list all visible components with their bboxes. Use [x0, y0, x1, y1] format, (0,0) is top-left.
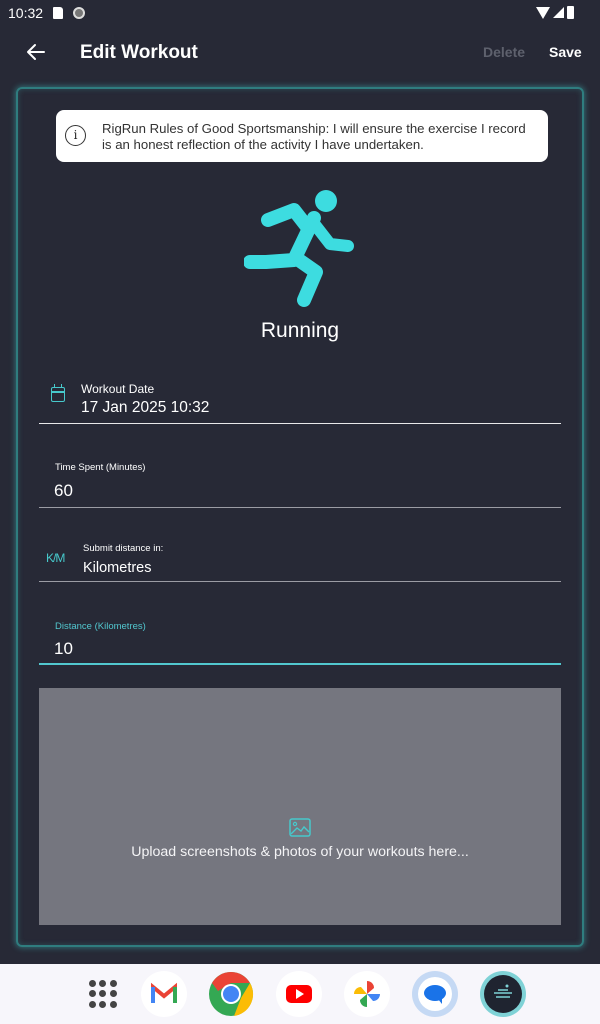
- time-spent-field[interactable]: Time Spent (Minutes) 60: [39, 456, 561, 508]
- upload-text: Upload screenshots & photos of your work…: [131, 844, 469, 860]
- field-underline: [39, 506, 561, 508]
- distance-label: Distance (Kilometres): [55, 621, 146, 632]
- status-icons: [536, 6, 574, 19]
- sportsmanship-notice: i RigRun Rules of Good Sportsmanship: I …: [56, 110, 548, 162]
- messages-icon: [418, 977, 452, 1011]
- gmail-icon: [151, 982, 177, 1003]
- workout-date-label: Workout Date: [81, 382, 155, 396]
- status-bar: 10:32: [0, 0, 600, 26]
- youtube-icon: [286, 985, 312, 1003]
- field-underline: [39, 422, 561, 424]
- distance-unit-dropdown[interactable]: K/M Submit distance in: Kilometres: [39, 535, 561, 582]
- grid-icon: [89, 980, 117, 1008]
- workout-date-value: 17 Jan 2025 10:32: [81, 399, 210, 416]
- notification-icon: [73, 7, 86, 19]
- field-underline: [39, 580, 561, 582]
- chrome-icon: [209, 972, 254, 1016]
- distance-field[interactable]: Distance (Kilometres) 10: [39, 615, 561, 665]
- back-arrow-icon[interactable]: [24, 40, 48, 64]
- workout-date-field[interactable]: Workout Date 17 Jan 2025 10:32: [39, 377, 561, 424]
- workout-form-card: i RigRun Rules of Good Sportsmanship: I …: [16, 87, 584, 947]
- gmail-app[interactable]: [141, 971, 187, 1017]
- upload-photos-area[interactable]: Upload screenshots & photos of your work…: [39, 688, 561, 925]
- battery-icon: [567, 6, 574, 19]
- distance-value: 10: [54, 639, 73, 658]
- photos-icon: [354, 981, 380, 1007]
- app-bar: Edit Workout Delete Save: [0, 26, 600, 82]
- time-spent-value: 60: [54, 481, 73, 500]
- status-time: 10:32: [8, 5, 44, 21]
- distance-unit-value: Kilometres: [83, 560, 152, 576]
- signal-icon: [553, 7, 564, 18]
- image-icon: [289, 818, 311, 837]
- calendar-icon: [51, 384, 65, 402]
- sd-card-icon: [53, 7, 64, 19]
- youtube-app[interactable]: [276, 971, 322, 1017]
- rigrun-app[interactable]: [480, 971, 526, 1017]
- notice-text: RigRun Rules of Good Sportsmanship: I wi…: [102, 121, 526, 152]
- running-icon: [244, 190, 354, 307]
- chrome-app[interactable]: [208, 971, 254, 1017]
- wifi-icon: [536, 6, 550, 19]
- rigrun-logo-icon: [484, 975, 522, 1013]
- km-mile-icon: K/M: [46, 551, 65, 565]
- photos-app[interactable]: [344, 971, 390, 1017]
- activity-name: Running: [260, 319, 340, 342]
- messages-app[interactable]: [412, 971, 458, 1017]
- time-spent-label: Time Spent (Minutes): [55, 462, 146, 473]
- field-underline-focused: [39, 663, 561, 665]
- info-icon: i: [65, 125, 86, 146]
- save-button[interactable]: Save: [549, 44, 582, 60]
- delete-button[interactable]: Delete: [483, 44, 525, 60]
- distance-unit-label: Submit distance in:: [83, 543, 164, 554]
- page-title: Edit Workout: [80, 42, 198, 63]
- app-dock: [0, 964, 600, 1024]
- app-drawer-button[interactable]: [80, 971, 126, 1017]
